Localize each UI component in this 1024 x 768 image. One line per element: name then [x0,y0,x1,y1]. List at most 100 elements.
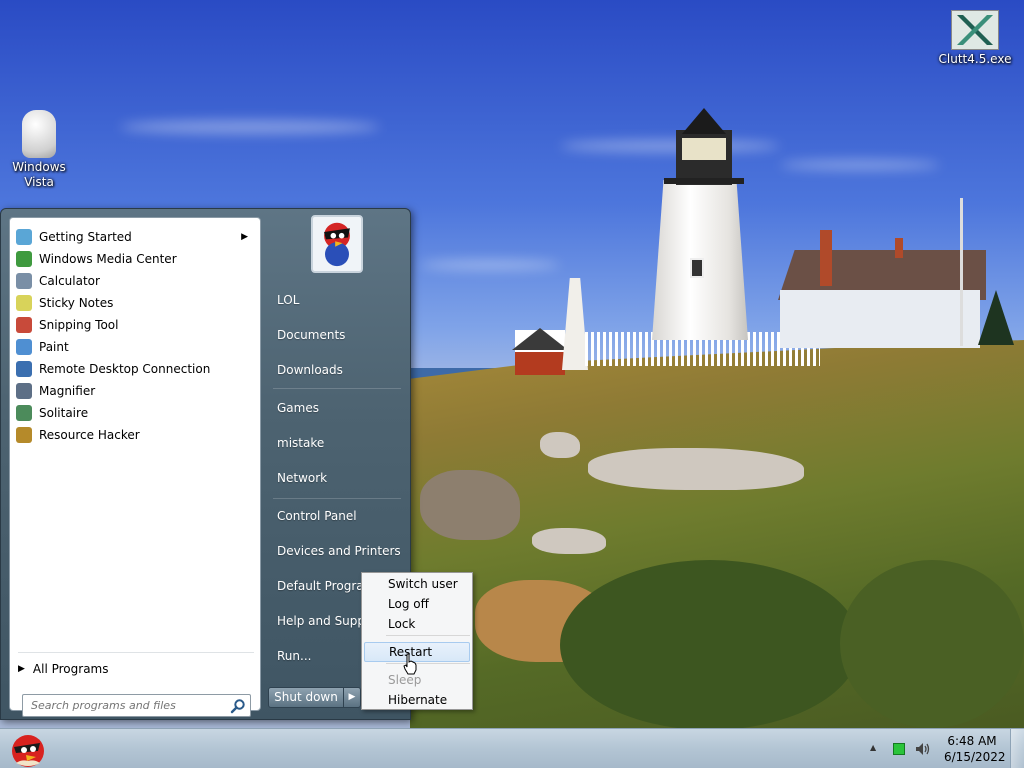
program-item[interactable]: Getting Started ▶ [14,226,254,248]
all-programs-button[interactable]: ▶ All Programs [18,658,109,680]
menu-item-log-off[interactable]: Log off [364,594,470,614]
rock [540,432,580,458]
start-link-devices-and-printers[interactable]: Devices and Printers [277,544,401,558]
program-item[interactable]: Snipping Tool [14,314,254,336]
program-item[interactable]: Remote Desktop Connection [14,358,254,380]
program-item[interactable]: Paint [14,336,254,358]
program-item[interactable]: Solitaire [14,402,254,424]
program-item[interactable]: Magnifier [14,380,254,402]
chimney [895,238,903,258]
shut-down-options-menu: Switch user Log off Lock Restart Sleep Hibern… [361,572,473,710]
media-center-icon [16,251,32,267]
program-label: Sticky Notes [39,296,114,310]
taskbar: ▲ 6:48 AM 6/15/2022 [0,728,1024,768]
menu-item-sleep: Sleep [388,673,422,687]
cloud [780,160,940,170]
program-item[interactable]: Windows Media Center [14,248,254,270]
shut-down-button[interactable]: Shut down [268,687,344,708]
search-input[interactable] [31,699,221,712]
shed-wall [515,352,565,375]
house [780,290,980,348]
programs-pane: Getting Started ▶ Windows Media Center Calc… [9,217,261,717]
paint-icon [16,339,32,355]
menu-item-hibernate[interactable]: Hibernate [364,690,470,710]
menu-item-switch-user[interactable]: Switch user [364,574,470,594]
all-programs-label: All Programs [32,662,109,676]
program-item[interactable]: Resource Hacker [14,424,254,446]
lighthouse-glass [682,138,726,160]
triangle-right-icon: ▶ [18,664,25,674]
program-label: Remote Desktop Connection [39,362,211,376]
sticky-notes-icon [16,295,32,311]
submenu-arrow-icon: ▶ [241,232,248,242]
cloud [560,140,780,152]
clock-date: 6/15/2022 [944,750,1006,764]
flag-pole [960,198,963,346]
start-link-lol[interactable]: LOL [277,293,299,307]
program-label: Solitaire [39,406,89,420]
program-label: Resource Hacker [39,428,140,442]
program-item[interactable]: Sticky Notes [14,292,254,314]
lighthouse-window [690,258,704,278]
windows-vista-icon [22,110,56,158]
start-menu: Getting Started ▶ Windows Media Center Calc… [0,208,411,720]
program-item[interactable]: Calculator [14,270,254,292]
solitaire-icon [16,405,32,421]
show-desktop-button[interactable] [1010,729,1024,768]
desktop-icon-label: Clutt4.5.exe [938,52,1012,66]
user-picture[interactable] [311,215,363,273]
desktop-icon-clutt[interactable]: Clutt4.5.exe [937,10,1013,67]
bush [560,560,860,728]
program-label: Windows Media Center [39,252,177,266]
angry-bird-avatar-icon [324,222,350,267]
resource-hacker-icon [16,427,32,443]
clock-time: 6:48 AM [947,734,997,748]
start-link-downloads[interactable]: Downloads [277,363,343,377]
program-label: Paint [39,340,69,354]
start-link-mistake[interactable]: mistake [277,436,324,450]
calculator-icon [16,273,32,289]
divider [273,498,401,499]
menu-separator [386,663,470,664]
program-label: Magnifier [39,384,96,398]
angry-bird-start-icon [12,735,44,767]
menu-separator [386,635,470,636]
getting-started-icon [16,229,32,245]
start-link-run[interactable]: Run... [277,649,311,663]
magnifier-icon [16,383,32,399]
menu-item-lock[interactable]: Lock [364,614,470,634]
cloud [420,260,560,270]
volume-icon[interactable] [914,741,932,757]
start-link-documents[interactable]: Documents [277,328,345,342]
lighthouse-cap [682,108,726,134]
desktop-icon-windows-vista[interactable]: Windows Vista [1,110,77,190]
rock [588,448,804,490]
divider [18,652,254,653]
bush [840,560,1024,728]
show-hidden-icons-button[interactable]: ▲ [870,743,876,752]
program-label: Getting Started [39,230,132,244]
triangle-right-icon: ▶ [348,692,356,702]
cloud [120,120,380,134]
mouse-cursor-icon [403,653,417,675]
chimney [820,230,832,286]
program-label: Calculator [39,274,100,288]
search-icon[interactable] [230,698,246,714]
divider [273,388,401,389]
desktop-icon-label: Windows Vista [12,160,66,189]
rock [532,528,606,554]
remote-desktop-icon [16,361,32,377]
shut-down-options-button[interactable]: ▶ [343,687,361,708]
scissors-icon [16,317,32,333]
start-link-games[interactable]: Games [277,401,319,415]
clutt-exe-icon [951,10,999,50]
rock [420,470,520,540]
menu-item-restart[interactable]: Restart [364,642,470,662]
network-icon[interactable] [893,743,905,755]
start-button[interactable] [4,729,50,768]
clock[interactable]: 6:48 AM 6/15/2022 [944,733,1006,765]
start-link-control-panel[interactable]: Control Panel [277,509,357,523]
lighthouse-gallery [664,178,744,184]
search-box[interactable] [22,694,251,717]
start-link-network[interactable]: Network [277,471,327,485]
